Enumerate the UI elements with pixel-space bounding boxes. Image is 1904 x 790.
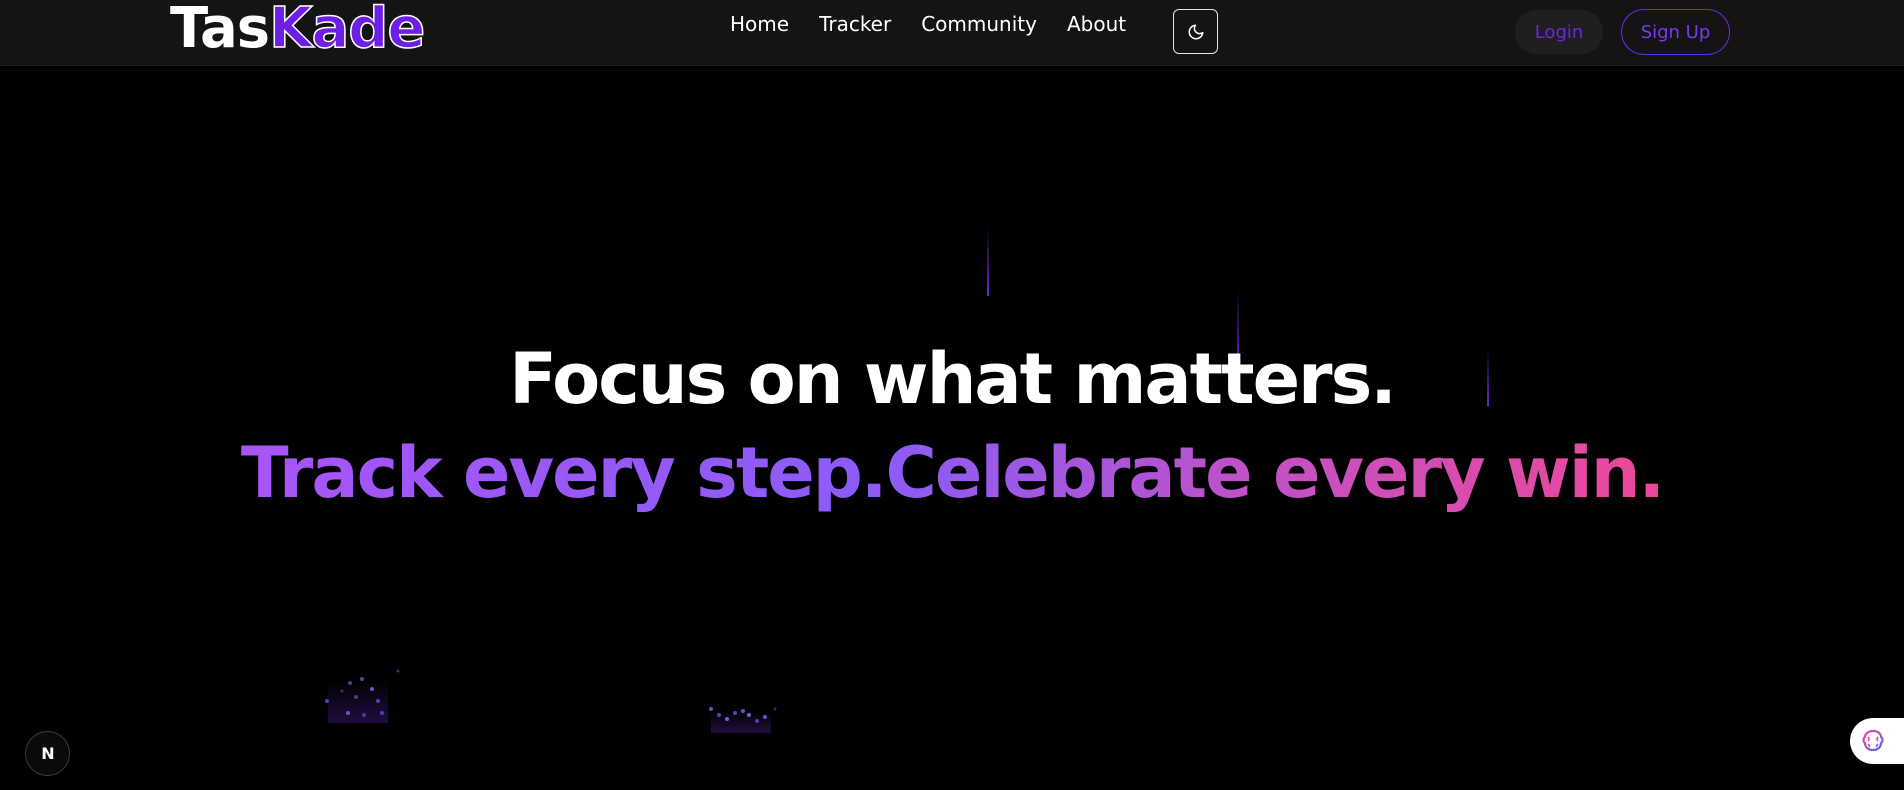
hero-subheadline-text: Track every step.Celebrate every win. (240, 432, 1665, 514)
logo-text-part1: Tas (170, 0, 270, 61)
theme-toggle-button[interactable] (1173, 9, 1218, 54)
logo[interactable]: TasKade (170, 0, 426, 64)
brain-icon (1862, 729, 1884, 752)
login-button[interactable]: Login (1515, 10, 1603, 54)
signup-button[interactable]: Sign Up (1621, 9, 1730, 55)
extension-widget[interactable] (1850, 718, 1904, 764)
nextjs-icon: N (41, 744, 54, 763)
nav-link-home[interactable]: Home (730, 10, 789, 38)
logo-text-part2: Kade (268, 0, 426, 62)
nav-link-community[interactable]: Community (921, 10, 1037, 38)
nav-link-about[interactable]: About (1067, 10, 1126, 38)
hero-subheadline: Track every step.Celebrate every win. (0, 428, 1904, 518)
hero-headline: Focus on what matters. (509, 338, 1397, 420)
light-beam (987, 226, 989, 296)
particle-burst (325, 669, 400, 723)
moon-icon (1188, 24, 1203, 39)
next-badge-letter: N (41, 744, 54, 763)
particle-burst (709, 707, 777, 733)
nav-links: Home Tracker Community About (730, 10, 1126, 38)
hero-section: Focus on what matters. Track every step.… (0, 66, 1904, 790)
navbar: TasKade Home Tracker Community About Log… (0, 0, 1904, 66)
nav-link-tracker[interactable]: Tracker (819, 10, 891, 38)
nextjs-badge[interactable]: N (25, 731, 70, 776)
